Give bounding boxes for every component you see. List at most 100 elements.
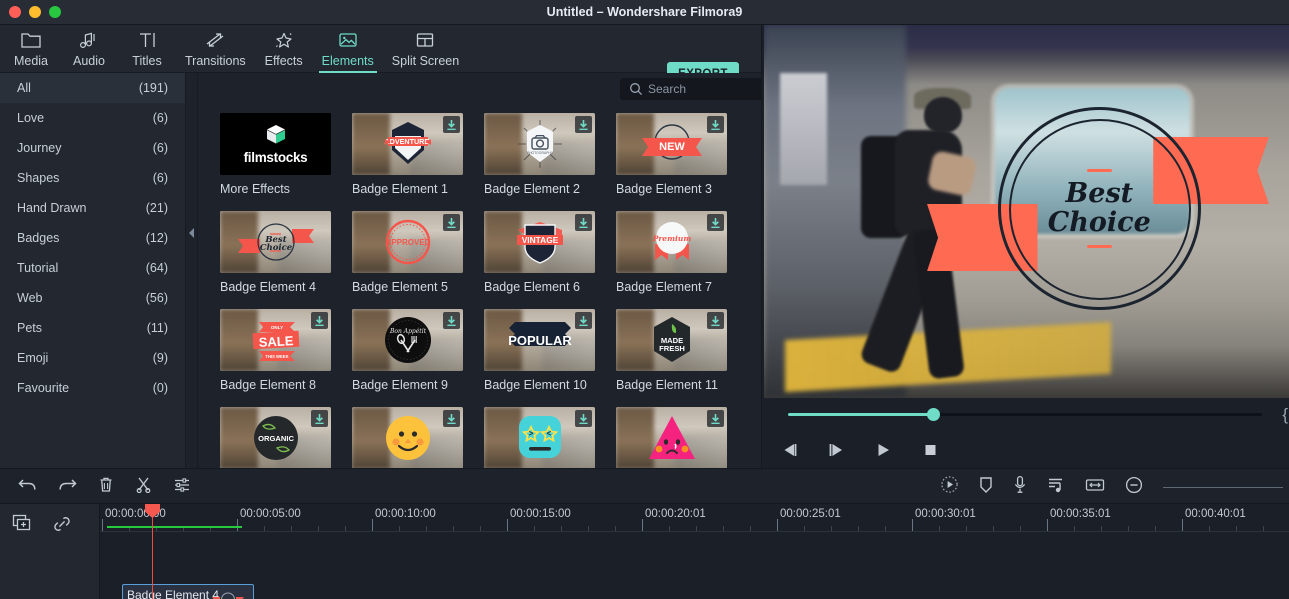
redo-arrow-icon[interactable]: [58, 477, 77, 498]
download-icon[interactable]: [575, 410, 592, 427]
element-card[interactable]: ONLY SALE THIS WEEK Badge Element 8: [220, 309, 331, 392]
sidebar-item-pets[interactable]: Pets (11): [0, 313, 185, 343]
scrubber-handle[interactable]: [927, 408, 940, 421]
sliders-icon[interactable]: [173, 477, 191, 498]
marker-shield-icon[interactable]: [979, 476, 993, 499]
minus-circle-icon[interactable]: [1125, 476, 1143, 499]
element-thumbnail[interactable]: ORGANIC: [220, 407, 331, 468]
sidebar-item-badges[interactable]: Badges (12): [0, 223, 185, 253]
download-icon[interactable]: [311, 410, 328, 427]
sidebar-item-hand-drawn[interactable]: Hand Drawn (21): [0, 193, 185, 223]
svg-text:SALE: SALE: [258, 333, 294, 350]
add-layer-icon[interactable]: [12, 514, 34, 539]
timeline-playhead[interactable]: [145, 504, 160, 599]
element-label: Badge Element 5: [352, 280, 448, 294]
download-icon[interactable]: [311, 312, 328, 329]
element-card[interactable]: NEW Badge Element 3: [616, 113, 727, 196]
element-card[interactable]: ORGANIC: [220, 407, 331, 468]
scrubber-track[interactable]: [788, 408, 1262, 421]
timeline-tracks[interactable]: Badge Element 4: [100, 532, 1289, 599]
trash-icon[interactable]: [98, 476, 114, 498]
download-icon[interactable]: [575, 312, 592, 329]
play-icon[interactable]: [872, 439, 894, 461]
element-card[interactable]: APPROVED Badge Element 5: [352, 211, 463, 294]
preview-panel: Best Choice {: [761, 25, 1289, 468]
sidebar-item-shapes-count: (6): [152, 171, 168, 185]
element-thumbnail[interactable]: ADVENTURE!: [352, 113, 463, 175]
element-thumbnail[interactable]: filmstocks: [220, 113, 331, 175]
sidebar-item-love[interactable]: Love (6): [0, 103, 185, 133]
element-card[interactable]: POPULAR Badge Element 10: [484, 309, 595, 392]
sidebar-item-tutorial[interactable]: Tutorial (64): [0, 253, 185, 283]
tab-elements[interactable]: Elements: [313, 25, 383, 73]
element-thumbnail[interactable]: NEW: [616, 113, 727, 175]
download-icon[interactable]: [443, 116, 460, 133]
timeline-ruler[interactable]: 00:00:00:00 00:00:05:00 00:00:10:00 00:0…: [100, 504, 1289, 532]
timeline-header-icons: [12, 514, 72, 539]
element-card[interactable]: Bon Appétit Badge Element 9: [352, 309, 463, 392]
element-thumbnail[interactable]: MADE FRESH: [616, 309, 727, 371]
sidebar-item-emoji[interactable]: Emoji (9): [0, 343, 185, 373]
download-icon[interactable]: [575, 214, 592, 231]
stop-icon[interactable]: [919, 439, 941, 461]
element-card[interactable]: VINTAGE Badge Element 6: [484, 211, 595, 294]
sidebar-item-web-label: Web: [17, 291, 43, 305]
sidebar-collapse-handle[interactable]: [186, 73, 198, 468]
element-card[interactable]: ADVENTURE! Badge Element 1: [352, 113, 463, 196]
scissors-icon[interactable]: [135, 476, 152, 498]
element-thumbnail[interactable]: Best Choice: [220, 211, 331, 273]
element-card[interactable]: Premium Badge Element 7: [616, 211, 727, 294]
tab-split-screen[interactable]: Split Screen: [383, 25, 468, 73]
video-preview[interactable]: Best Choice: [764, 25, 1289, 398]
download-icon[interactable]: [707, 116, 724, 133]
element-thumbnail[interactable]: APPROVED: [352, 211, 463, 273]
download-icon[interactable]: [575, 116, 592, 133]
audio-list-icon[interactable]: [1047, 476, 1065, 499]
timeline-clip[interactable]: Badge Element 4: [122, 584, 254, 599]
step-back-icon[interactable]: [778, 439, 800, 461]
search-input[interactable]: Search: [620, 78, 761, 100]
element-thumbnail[interactable]: [616, 407, 727, 468]
element-thumbnail[interactable]: PHOTOGRAPHY: [484, 113, 595, 175]
zoom-slider[interactable]: [1163, 486, 1283, 488]
tab-titles[interactable]: Titles: [118, 25, 176, 73]
element-thumbnail[interactable]: Bon Appétit: [352, 309, 463, 371]
undo-arrow-icon[interactable]: [18, 477, 37, 498]
element-thumbnail[interactable]: [352, 407, 463, 468]
download-icon[interactable]: [443, 214, 460, 231]
element-thumbnail[interactable]: POPULAR: [484, 309, 595, 371]
tab-effects[interactable]: Effects: [255, 25, 313, 73]
element-card[interactable]: [616, 407, 727, 468]
sidebar-item-web[interactable]: Web (56): [0, 283, 185, 313]
microphone-icon[interactable]: [1013, 475, 1027, 499]
ruler-label: 00:00:30:01: [915, 508, 976, 520]
sidebar-item-hand-drawn-label: Hand Drawn: [17, 201, 87, 215]
ruler-label: 00:00:35:01: [1050, 508, 1111, 520]
element-card[interactable]: MADE FRESH Badge Element 11: [616, 309, 727, 392]
render-play-icon[interactable]: [940, 475, 959, 499]
sidebar-item-shapes[interactable]: Shapes (6): [0, 163, 185, 193]
tab-audio[interactable]: Audio: [60, 25, 118, 73]
tab-media[interactable]: Media: [2, 25, 60, 73]
sidebar-item-favourite[interactable]: Favourite (0): [0, 373, 185, 403]
element-card[interactable]: [352, 407, 463, 468]
sidebar-item-all[interactable]: All (191): [0, 73, 185, 103]
element-thumbnail[interactable]: ONLY SALE THIS WEEK: [220, 309, 331, 371]
download-icon[interactable]: [443, 410, 460, 427]
link-chain-icon[interactable]: [52, 514, 72, 539]
sidebar-item-journey[interactable]: Journey (6): [0, 133, 185, 163]
step-forward-icon[interactable]: [825, 439, 847, 461]
download-icon[interactable]: [707, 410, 724, 427]
download-icon[interactable]: [443, 312, 460, 329]
element-card[interactable]: filmstocks More Effects: [220, 113, 331, 196]
element-thumbnail[interactable]: Premium: [616, 211, 727, 273]
download-icon[interactable]: [707, 214, 724, 231]
element-card[interactable]: > <: [484, 407, 595, 468]
fit-width-icon[interactable]: [1085, 477, 1105, 498]
element-card[interactable]: Best Choice Badge Element 4: [220, 211, 331, 294]
download-icon[interactable]: [707, 312, 724, 329]
tab-transitions[interactable]: Transitions: [176, 25, 255, 73]
element-card[interactable]: PHOTOGRAPHY Badge Element 2: [484, 113, 595, 196]
element-thumbnail[interactable]: > <: [484, 407, 595, 468]
element-thumbnail[interactable]: VINTAGE: [484, 211, 595, 273]
